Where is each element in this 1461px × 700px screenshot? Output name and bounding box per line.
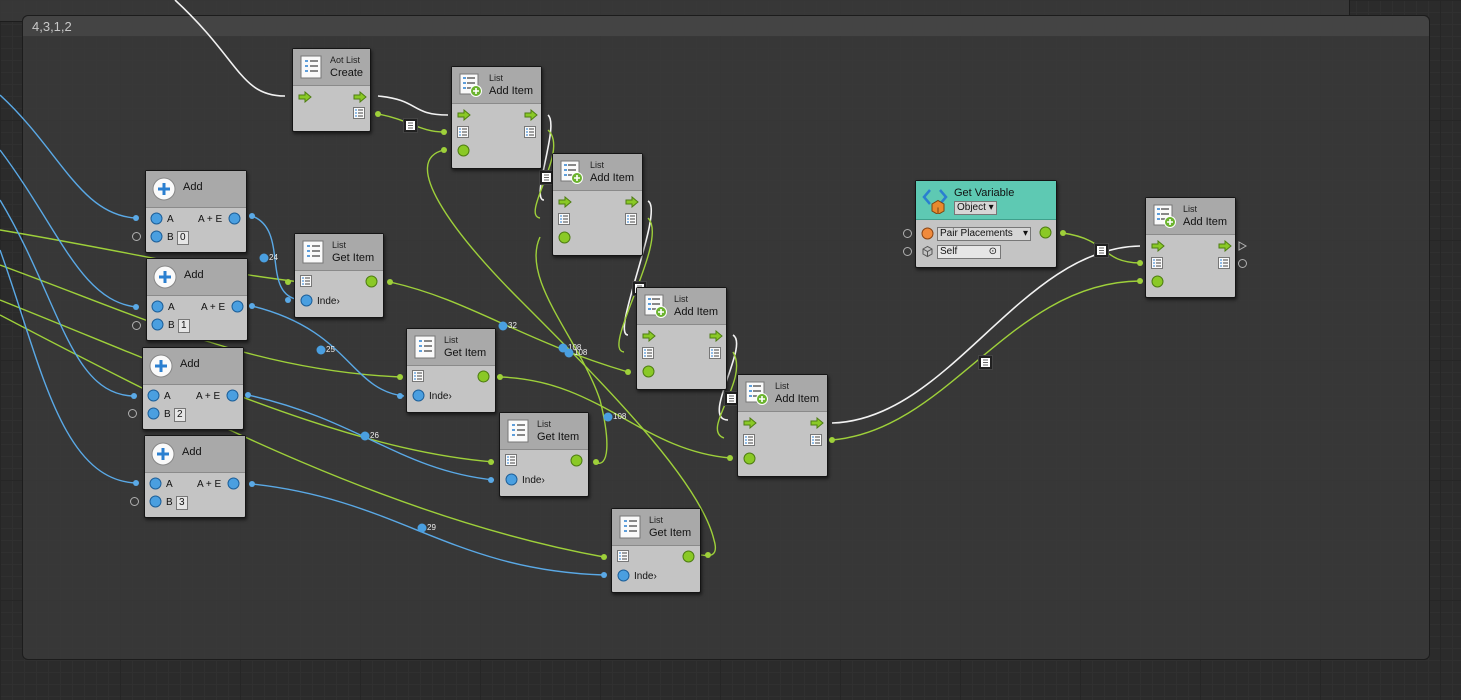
wire-endpoints (131, 111, 1143, 578)
